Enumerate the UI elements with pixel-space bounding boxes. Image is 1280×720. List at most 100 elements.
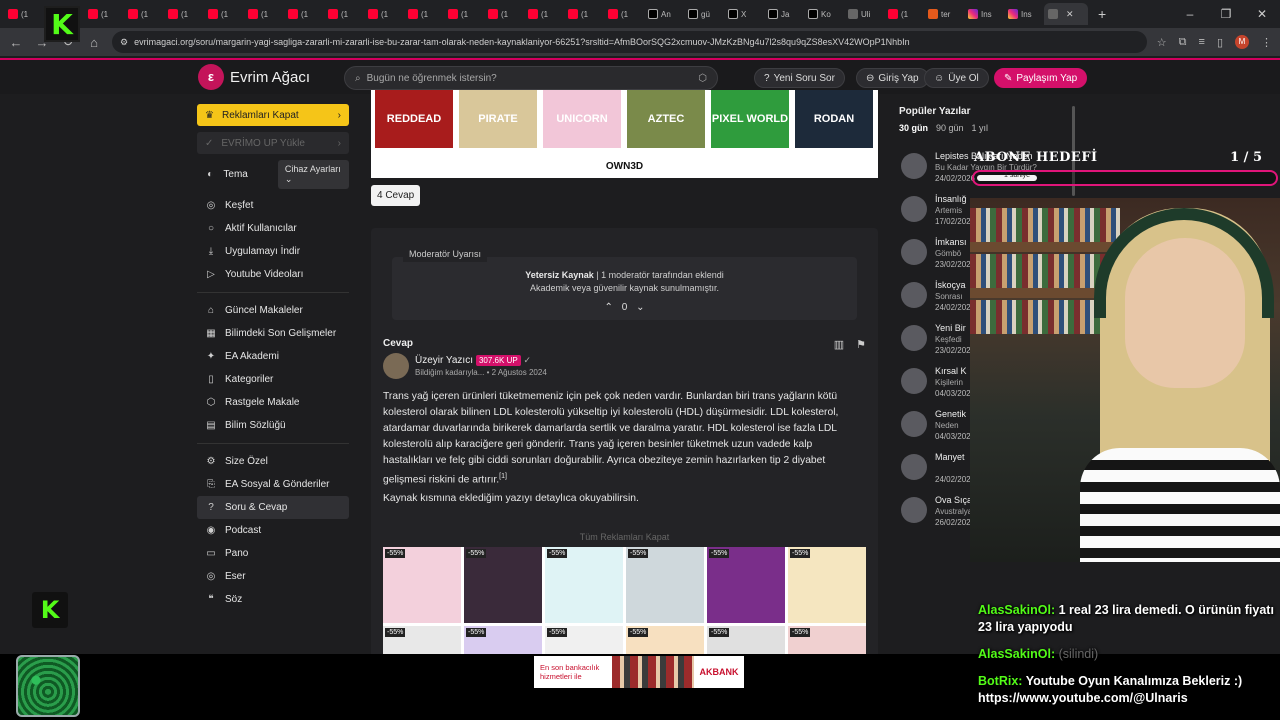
ad-product-tile[interactable]: -55% xyxy=(707,547,785,623)
browser-tab[interactable]: (1 xyxy=(284,3,324,25)
banner-tile[interactable]: UNICORN xyxy=(543,90,621,148)
browser-tab[interactable]: (1 xyxy=(444,3,484,25)
banner-tile[interactable]: AZTEC xyxy=(627,90,705,148)
browser-tab[interactable]: An xyxy=(644,3,684,25)
browser-tab[interactable]: X xyxy=(724,3,764,25)
browser-tab[interactable]: (1 xyxy=(564,3,604,25)
ad-product-tile[interactable]: -55% xyxy=(626,547,704,623)
login-button[interactable]: ⊖ Giriş Yap xyxy=(856,68,929,88)
ad-product-tile[interactable]: -55% xyxy=(464,626,542,654)
browser-tab[interactable]: (1 xyxy=(124,3,164,25)
sidebar-item[interactable]: ▷ Youtube Videoları xyxy=(197,263,349,286)
browser-tab[interactable]: Ja xyxy=(764,3,804,25)
ad-product-tile[interactable]: -55% xyxy=(626,626,704,654)
popular-period-tab[interactable]: 30 gün xyxy=(899,123,928,133)
sidebar-item[interactable]: ⬡ Rastgele Makale xyxy=(197,391,349,414)
sidebar-item[interactable]: ? Soru & Cevap xyxy=(197,496,349,519)
author-name[interactable]: Üzeyir Yazıcı xyxy=(415,355,473,366)
ask-question-button[interactable]: ? Yeni Soru Sor xyxy=(754,68,845,88)
ad-product-tile[interactable]: -55% xyxy=(383,547,461,623)
sidepanel-icon[interactable]: ▯ xyxy=(1217,36,1223,49)
signup-button[interactable]: ☺ Üye Ol xyxy=(924,68,989,88)
sidebar-item[interactable]: ❝ Söz xyxy=(197,588,349,611)
banner-ad[interactable]: REDDEAD PIRATE UNICORN AZTEC PIXEL WORLD RODA… xyxy=(371,90,878,178)
maximize-icon[interactable]: ❐ xyxy=(1208,0,1244,28)
extensions-icon[interactable]: ⧉ xyxy=(1179,36,1187,49)
banner-tile[interactable]: REDDEAD xyxy=(375,90,453,148)
ad-product-tile[interactable]: -55% xyxy=(545,626,623,654)
ad-product-tile[interactable]: -55% xyxy=(464,547,542,623)
ad-product-tile[interactable]: -55% xyxy=(788,626,866,654)
popular-period-tab[interactable]: 90 gün xyxy=(936,123,964,133)
sidebar-item[interactable]: ▭ Pano xyxy=(197,542,349,565)
browser-tab[interactable]: (1 xyxy=(164,3,204,25)
browser-tab[interactable]: (1 xyxy=(484,3,524,25)
browser-tab[interactable]: (1 xyxy=(84,3,124,25)
browser-tab[interactable]: (1 xyxy=(604,3,644,25)
downvote-icon[interactable]: ⌄ xyxy=(636,302,644,313)
footnote-link[interactable]: [1] xyxy=(499,473,507,480)
sidebar-item[interactable]: ⚙ Size Özel xyxy=(197,450,349,473)
ad-product-tile[interactable]: -55% xyxy=(545,547,623,623)
banner-tile[interactable]: RODAN xyxy=(795,90,873,148)
ad-product-tile[interactable]: -55% xyxy=(383,626,461,654)
minimize-icon[interactable]: – xyxy=(1172,0,1208,28)
sidebar-item[interactable]: ✦ EA Akademi xyxy=(197,345,349,368)
load-up-button[interactable]: ✓ EVRİMO UP Yükle › xyxy=(197,132,349,154)
browser-tab[interactable]: Ins xyxy=(964,3,1004,25)
address-bar[interactable]: ⚙ evrimagaci.org/soru/margarin-yagi-sagl… xyxy=(112,31,1147,53)
browser-tab[interactable]: Uli xyxy=(844,3,884,25)
avatar[interactable] xyxy=(383,353,409,379)
ad-product-tile[interactable]: -55% xyxy=(707,626,785,654)
site-search[interactable]: ⌕ Bugün ne öğrenmek istersin? ⬡ xyxy=(344,66,718,90)
browser-tab[interactable]: (1 xyxy=(244,3,284,25)
browser-tab[interactable]: (1 xyxy=(204,3,244,25)
bottom-bank-ad[interactable]: En son bankacılık hizmetleri ile AKBANK xyxy=(534,656,744,688)
menu-icon[interactable]: ⋮ xyxy=(1261,36,1272,49)
close-ads-button[interactable]: ♛ Reklamları Kapat › xyxy=(197,104,349,126)
bookmark-icon[interactable]: ⚑ xyxy=(856,338,866,351)
site-info-icon[interactable]: ⚙ xyxy=(120,37,128,48)
banner-tile[interactable]: PIXEL WORLD xyxy=(711,90,789,148)
new-tab-button[interactable]: + xyxy=(1098,6,1106,22)
browser-tab[interactable]: (1 xyxy=(524,3,564,25)
bookmark-star-icon[interactable]: ☆ xyxy=(1157,36,1167,49)
sidebar-item[interactable]: ▤ Bilim Sözlüğü xyxy=(197,414,349,437)
device-settings-dropdown[interactable]: Cihaz Ayarları ⌄ xyxy=(277,159,349,189)
sidebar-item[interactable]: ◎ Eser xyxy=(197,565,349,588)
author-block[interactable]: Üzeyir Yazıcı 307.6K UP ✓ Bildiğim kadarı… xyxy=(383,353,547,379)
sidebar-item[interactable]: ◉ Podcast xyxy=(197,519,349,542)
cube-search-icon[interactable]: ⬡ xyxy=(698,73,707,84)
stats-icon[interactable]: ▥ xyxy=(834,338,844,351)
media-icon[interactable]: ≡ xyxy=(1199,36,1205,48)
sidebar-item[interactable]: ▦ Bilimdeki Son Gelişmeler xyxy=(197,322,349,345)
sidebar-item[interactable]: ⎘ EA Sosyal & Gönderiler xyxy=(197,473,349,496)
close-all-ads-link[interactable]: Tüm Reklamları Kapat xyxy=(371,532,878,542)
browser-tab[interactable]: (1 xyxy=(4,3,44,25)
sidebar-item[interactable]: ⤓ Uygulamayı İndir xyxy=(197,240,349,263)
sidebar-item[interactable]: ○ Aktif Kullanıcılar xyxy=(197,217,349,240)
browser-tab[interactable]: ter xyxy=(924,3,964,25)
browser-tab[interactable]: (1 xyxy=(324,3,364,25)
popular-period-tab[interactable]: 1 yıl xyxy=(972,123,989,133)
browser-tab[interactable]: (1 xyxy=(884,3,924,25)
browser-tab[interactable]: ✕ xyxy=(1044,3,1088,25)
browser-tab[interactable]: Ins xyxy=(1004,3,1044,25)
sidebar-item[interactable]: ◎ Keşfet xyxy=(197,194,349,217)
upvote-icon[interactable]: ⌃ xyxy=(605,302,613,313)
close-window-icon[interactable]: ✕ xyxy=(1244,0,1280,28)
banner-tile[interactable]: PIRATE xyxy=(459,90,537,148)
browser-tab[interactable]: Ko xyxy=(804,3,844,25)
home-icon[interactable]: ⌂ xyxy=(86,35,102,50)
browser-tab[interactable]: gü xyxy=(684,3,724,25)
profile-avatar[interactable]: M xyxy=(1235,35,1249,49)
answers-count-chip[interactable]: 4 Cevap xyxy=(371,185,421,206)
ad-product-tile[interactable]: -55% xyxy=(788,547,866,623)
share-post-button[interactable]: ✎ Paylaşım Yap xyxy=(994,68,1088,88)
browser-tab[interactable]: (1 xyxy=(404,3,444,25)
sidebar-item[interactable]: ▯ Kategoriler xyxy=(197,368,349,391)
sidebar-item[interactable]: ⌂ Güncel Makaleler xyxy=(197,299,349,322)
browser-tab[interactable]: (1 xyxy=(364,3,404,25)
back-icon[interactable]: ← xyxy=(8,35,24,50)
site-logo[interactable]: ε Evrim Ağacı xyxy=(198,64,310,90)
